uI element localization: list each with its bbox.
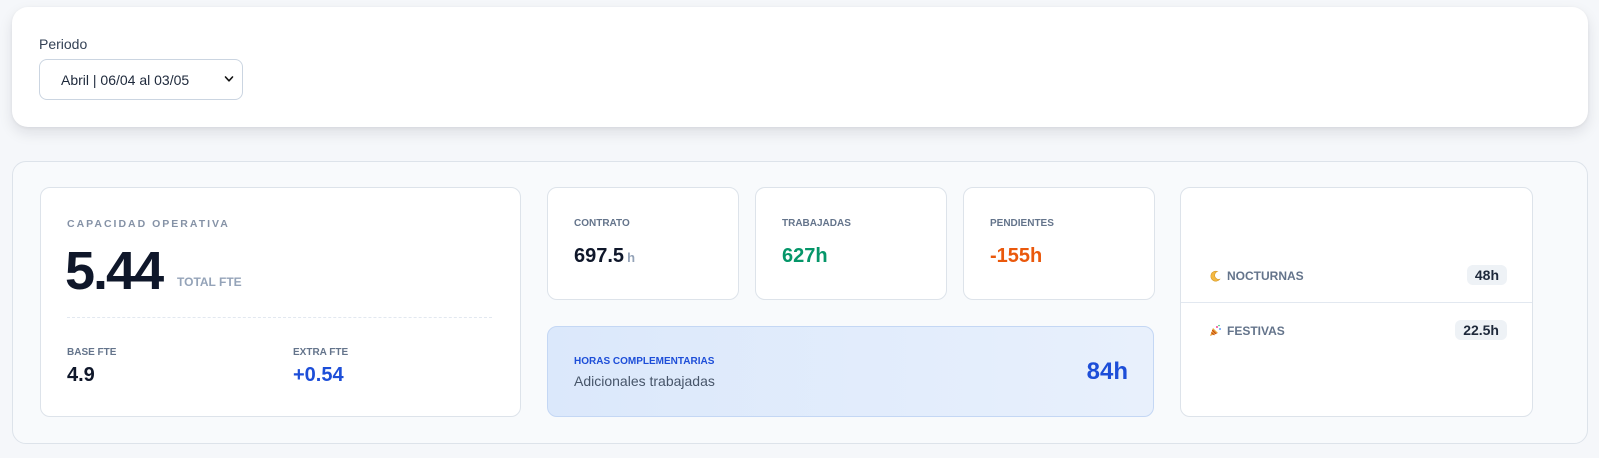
contract-card: CONTRATO 697.5 h <box>547 187 739 300</box>
pending-label: PENDIENTES <box>990 218 1054 229</box>
worked-label: TRABAJADAS <box>782 218 851 229</box>
contract-number: 697.5 <box>574 245 625 267</box>
party-popper-icon <box>1210 324 1221 336</box>
extra-hours-value: 84h <box>1086 358 1128 385</box>
capacity-unit: TOTAL FTE <box>177 275 242 289</box>
worked-card: TRABAJADAS 627h <box>755 187 947 300</box>
extra-hours-card: HORAS COMPLEMENTARIAS Adicionales trabaj… <box>547 326 1154 417</box>
capacity-title: CAPACIDAD OPERATIVA <box>67 218 230 230</box>
extra-hours-subtitle: Adicionales trabajadas <box>574 373 715 389</box>
base-fte-label: BASE FTE <box>67 347 117 358</box>
period-select-value: Abril | 06/04 al 03/05 <box>61 71 190 88</box>
holiday-hours-row: FESTIVAS 22.5h <box>1181 303 1532 358</box>
contract-value: 697.5 h <box>574 245 635 268</box>
capacity-card: CAPACIDAD OPERATIVA 5.44 TOTAL FTE BASE … <box>40 187 521 417</box>
capacity-divider <box>67 317 492 318</box>
night-hours-label: NOCTURNAS <box>1227 269 1304 283</box>
contract-label: CONTRATO <box>574 218 630 229</box>
base-fte-value: 4.9 <box>67 364 95 386</box>
extra-fte-value: +0.54 <box>293 364 344 386</box>
extra-fte-label: EXTRA FTE <box>293 347 349 358</box>
extra-hours-title: HORAS COMPLEMENTARIAS <box>574 356 715 367</box>
period-label: Periodo <box>39 36 88 52</box>
moon-icon <box>1210 270 1221 282</box>
night-hours-row: NOCTURNAS 48h <box>1181 248 1532 303</box>
chevron-down-icon <box>224 76 234 82</box>
capacity-value: 5.44 <box>65 241 164 301</box>
special-hours-card: NOCTURNAS 48h FESTIVAS 22.5h <box>1180 187 1533 417</box>
holiday-hours-value: 22.5h <box>1455 320 1507 340</box>
period-select[interactable]: Abril | 06/04 al 03/05 <box>39 59 243 100</box>
worked-value: 627h <box>782 245 828 267</box>
stats-panel: CAPACIDAD OPERATIVA 5.44 TOTAL FTE BASE … <box>12 161 1588 444</box>
night-hours-value: 48h <box>1466 265 1507 285</box>
pending-value: -155h <box>990 245 1043 267</box>
period-card: Periodo Abril | 06/04 al 03/05 <box>12 7 1588 127</box>
contract-unit: h <box>627 250 636 265</box>
pending-card: PENDIENTES -155h <box>963 187 1155 300</box>
holiday-hours-label: FESTIVAS <box>1227 324 1285 338</box>
